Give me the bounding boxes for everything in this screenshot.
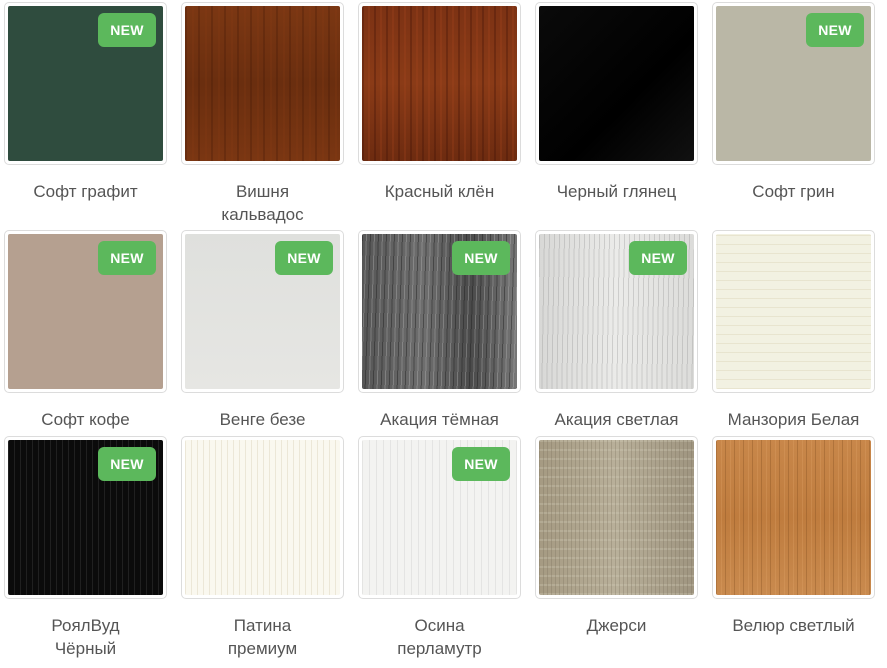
swatch-cherry-calvados[interactable]: Вишня кальвадос xyxy=(181,2,344,226)
swatch-aspen-pearl[interactable]: NEW Осина перламутр xyxy=(358,436,521,660)
color-sample xyxy=(185,6,340,161)
swatch-black-gloss[interactable]: Черный глянец xyxy=(535,2,698,203)
color-sample xyxy=(716,234,871,389)
swatch-frame xyxy=(535,436,698,599)
swatch-frame: NEW xyxy=(358,436,521,599)
swatch-acacia-light[interactable]: NEW Акация светлая xyxy=(535,230,698,431)
new-badge: NEW xyxy=(98,241,156,275)
swatch-label: Вишня кальвадос xyxy=(221,182,304,224)
swatch-frame xyxy=(358,2,521,165)
swatch-acacia-dark[interactable]: NEW Акация тёмная xyxy=(358,230,521,431)
swatch-jersey[interactable]: Джерси xyxy=(535,436,698,637)
swatch-frame: NEW xyxy=(4,2,167,165)
color-sample xyxy=(185,440,340,595)
new-badge: NEW xyxy=(452,447,510,481)
swatch-label: Черный глянец xyxy=(556,182,677,201)
swatch-royalwood-black[interactable]: NEW РоялВуд Чёрный xyxy=(4,436,167,660)
new-badge: NEW xyxy=(98,447,156,481)
swatch-soft-graphite[interactable]: NEW Софт графит xyxy=(4,2,167,203)
swatch-label: Акация тёмная xyxy=(380,410,499,429)
swatch-label: РоялВуд Чёрный xyxy=(51,616,120,658)
swatch-frame xyxy=(535,2,698,165)
swatch-frame: NEW xyxy=(181,230,344,393)
swatch-wenge-meringue[interactable]: NEW Венге безе xyxy=(181,230,344,431)
swatch-manzoria-white[interactable]: Манзория Белая xyxy=(712,230,875,431)
color-sample xyxy=(362,6,517,161)
swatch-label: Софт грин xyxy=(752,182,835,201)
swatch-frame: NEW xyxy=(712,2,875,165)
swatch-frame: NEW xyxy=(4,230,167,393)
swatch-red-maple[interactable]: Красный клён xyxy=(358,2,521,203)
new-badge: NEW xyxy=(806,13,864,47)
swatch-label: Софт графит xyxy=(33,182,138,201)
swatch-frame xyxy=(181,2,344,165)
swatch-label: Софт кофе xyxy=(41,410,130,429)
color-swatch-grid: NEW Софт графит Вишня кальвадос Красный … xyxy=(0,0,887,668)
swatch-label: Велюр светлый xyxy=(732,616,855,635)
swatch-frame: NEW xyxy=(4,436,167,599)
swatch-label: Венге безе xyxy=(219,410,306,429)
swatch-frame: NEW xyxy=(535,230,698,393)
swatch-label: Джерси xyxy=(586,616,647,635)
swatch-frame: NEW xyxy=(358,230,521,393)
new-badge: NEW xyxy=(275,241,333,275)
swatch-label: Акация светлая xyxy=(554,410,679,429)
swatch-soft-green[interactable]: NEW Софт грин xyxy=(712,2,875,203)
swatch-label: Манзория Белая xyxy=(727,410,860,429)
color-sample xyxy=(716,440,871,595)
swatch-patina-premium[interactable]: Патина премиум xyxy=(181,436,344,660)
swatch-frame xyxy=(712,230,875,393)
new-badge: NEW xyxy=(452,241,510,275)
swatch-soft-coffee[interactable]: NEW Софт кофе xyxy=(4,230,167,431)
new-badge: NEW xyxy=(629,241,687,275)
swatch-label: Патина премиум xyxy=(227,616,298,658)
swatch-label: Красный клён xyxy=(384,182,495,201)
swatch-frame xyxy=(712,436,875,599)
color-sample xyxy=(539,440,694,595)
new-badge: NEW xyxy=(98,13,156,47)
swatch-label: Осина перламутр xyxy=(397,616,482,658)
swatch-frame xyxy=(181,436,344,599)
color-sample xyxy=(539,6,694,161)
swatch-velour-light[interactable]: Велюр светлый xyxy=(712,436,875,637)
